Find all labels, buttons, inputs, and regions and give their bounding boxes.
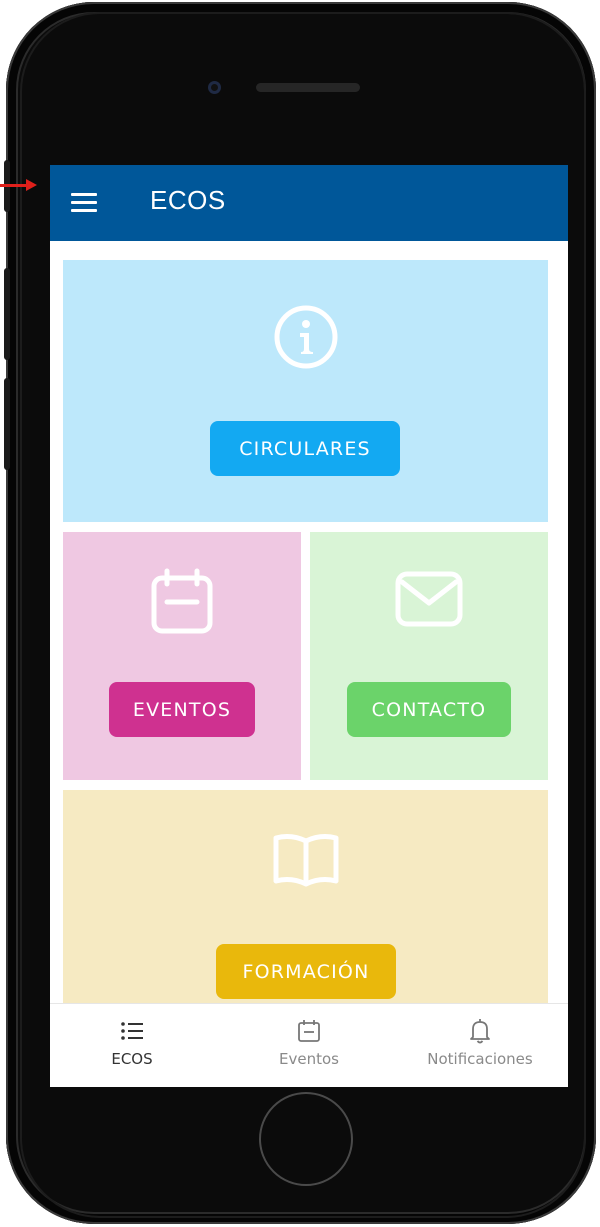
nav-item-eventos[interactable]: Eventos bbox=[259, 1004, 359, 1087]
annotation-arrow bbox=[0, 179, 37, 191]
bottom-navigation: ECOS Eventos Notificaciones bbox=[50, 1003, 568, 1087]
nav-item-ecos[interactable]: ECOS bbox=[92, 1004, 172, 1087]
mail-icon bbox=[395, 571, 463, 627]
home-button[interactable] bbox=[259, 1092, 353, 1186]
formacion-button[interactable]: FORMACIÓN bbox=[216, 944, 396, 999]
nav-label-notificaciones: Notificaciones bbox=[427, 1050, 533, 1068]
nav-item-notificaciones[interactable]: Notificaciones bbox=[410, 1004, 550, 1087]
phone-volume-up-button bbox=[4, 268, 10, 360]
tile-contacto[interactable]: CONTACTO bbox=[310, 532, 548, 780]
contacto-button[interactable]: CONTACTO bbox=[347, 682, 511, 737]
app-screen: ECOS CIRCULARES EVENTOS CONTACTO FORMACI… bbox=[50, 165, 568, 1087]
circulares-button[interactable]: CIRCULARES bbox=[210, 421, 400, 476]
phone-volume-down-button bbox=[4, 378, 10, 470]
list-icon bbox=[121, 1022, 143, 1040]
calendar-icon bbox=[151, 568, 213, 634]
tile-circulares[interactable]: CIRCULARES bbox=[63, 260, 548, 522]
calendar-icon bbox=[298, 1020, 320, 1042]
earpiece-speaker bbox=[256, 83, 360, 92]
front-camera bbox=[208, 81, 221, 94]
tile-eventos[interactable]: EVENTOS bbox=[63, 532, 301, 780]
book-icon bbox=[273, 834, 339, 887]
hamburger-icon bbox=[71, 193, 97, 196]
app-title: ECOS bbox=[150, 185, 226, 215]
tile-formacion[interactable]: FORMACIÓN bbox=[63, 790, 548, 1010]
bell-icon bbox=[470, 1019, 490, 1044]
eventos-button[interactable]: EVENTOS bbox=[109, 682, 255, 737]
nav-label-eventos: Eventos bbox=[279, 1050, 339, 1068]
nav-label-ecos: ECOS bbox=[111, 1050, 153, 1068]
menu-button[interactable] bbox=[68, 189, 104, 217]
app-bar: ECOS bbox=[50, 165, 568, 241]
info-icon bbox=[274, 305, 338, 369]
